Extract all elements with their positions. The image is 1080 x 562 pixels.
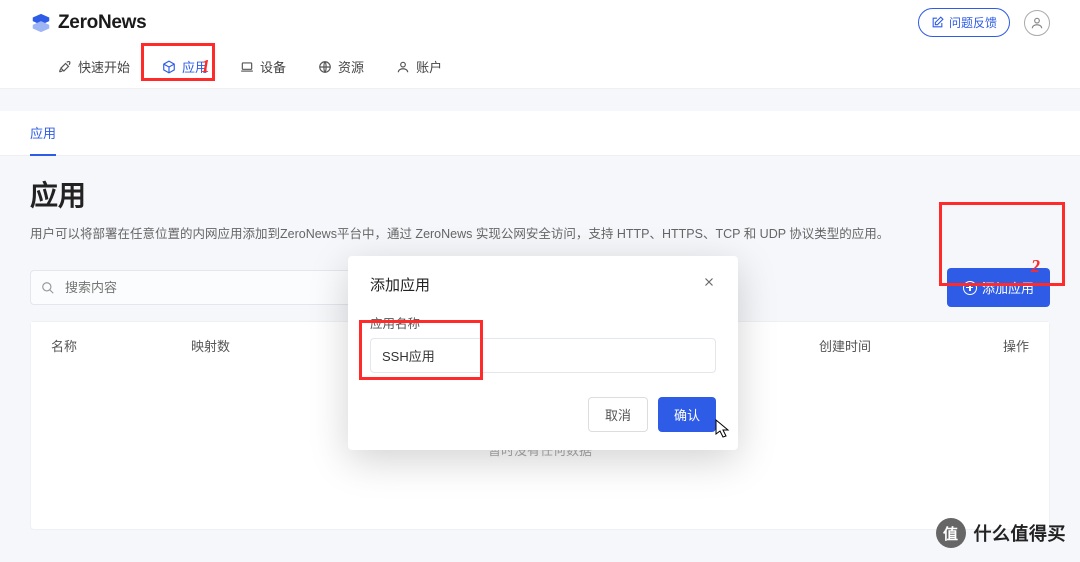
watermark-badge: 值: [936, 518, 966, 548]
app-name-input[interactable]: [370, 338, 716, 373]
cancel-button[interactable]: 取消: [588, 397, 648, 432]
app-name-label: 应用名称: [370, 313, 716, 332]
confirm-button[interactable]: 确认: [658, 397, 716, 432]
close-button[interactable]: [702, 275, 716, 294]
watermark-text: 什么值得买: [974, 520, 1067, 546]
modal-title: 添加应用: [370, 274, 430, 295]
cursor-icon: [715, 419, 731, 439]
modal-footer: 取消 确认: [348, 387, 738, 450]
close-icon: [702, 275, 716, 289]
modal-body: 应用名称: [348, 309, 738, 387]
add-app-modal: 添加应用 应用名称 取消 确认: [348, 256, 738, 450]
watermark: 值 什么值得买: [936, 518, 1067, 548]
modal-header: 添加应用: [348, 256, 738, 309]
